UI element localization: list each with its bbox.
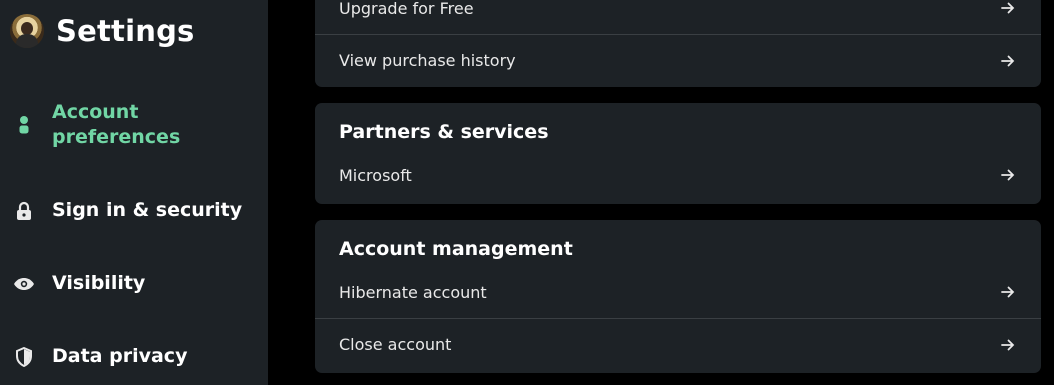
row-label: Upgrade for Free [339, 0, 474, 18]
sidebar-item-label: Visibility [52, 272, 146, 294]
section-title: Partners & services [339, 121, 549, 143]
arrow-right-icon [999, 52, 1017, 70]
person-icon [13, 114, 35, 136]
hibernate-account-row[interactable]: Hibernate account [315, 266, 1041, 318]
close-account-row[interactable]: Close account [315, 318, 1041, 370]
settings-header: Settings [10, 14, 195, 48]
settings-sidebar: Settings Account preferences Sign in & s… [0, 0, 268, 385]
sidebar-item-label: Account preferences [52, 101, 181, 148]
sidebar-item-sign-in-security[interactable]: Sign in & security [0, 198, 268, 223]
upgrade-row[interactable]: Upgrade for Free [315, 0, 1041, 34]
shield-icon [13, 346, 35, 368]
subscriptions-card: Upgrade for Free View purchase history [315, 0, 1041, 87]
sidebar-item-label: Sign in & security [52, 199, 243, 221]
sidebar-item-data-privacy[interactable]: Data privacy [0, 344, 268, 369]
view-purchase-history-row[interactable]: View purchase history [315, 34, 1041, 86]
avatar[interactable] [10, 14, 44, 48]
section-title: Account management [339, 238, 573, 260]
page-title: Settings [56, 14, 195, 48]
row-label: View purchase history [339, 51, 516, 70]
row-label: Microsoft [339, 165, 412, 185]
sidebar-item-visibility[interactable]: Visibility [0, 271, 268, 296]
row-label: Close account [339, 335, 452, 354]
sidebar-item-label: Data privacy [52, 345, 188, 367]
partners-services-card: Partners & services Microsoft [315, 103, 1041, 204]
arrow-right-icon [999, 166, 1017, 184]
arrow-right-icon [999, 336, 1017, 354]
arrow-right-icon [999, 0, 1017, 17]
arrow-right-icon [999, 283, 1017, 301]
lock-icon [13, 200, 35, 222]
microsoft-row[interactable]: Microsoft [315, 149, 1041, 201]
row-label: Hibernate account [339, 282, 487, 302]
account-management-card: Account management Hibernate account Clo… [315, 220, 1041, 373]
eye-icon [13, 273, 35, 295]
sidebar-item-account-preferences[interactable]: Account preferences [0, 100, 268, 150]
